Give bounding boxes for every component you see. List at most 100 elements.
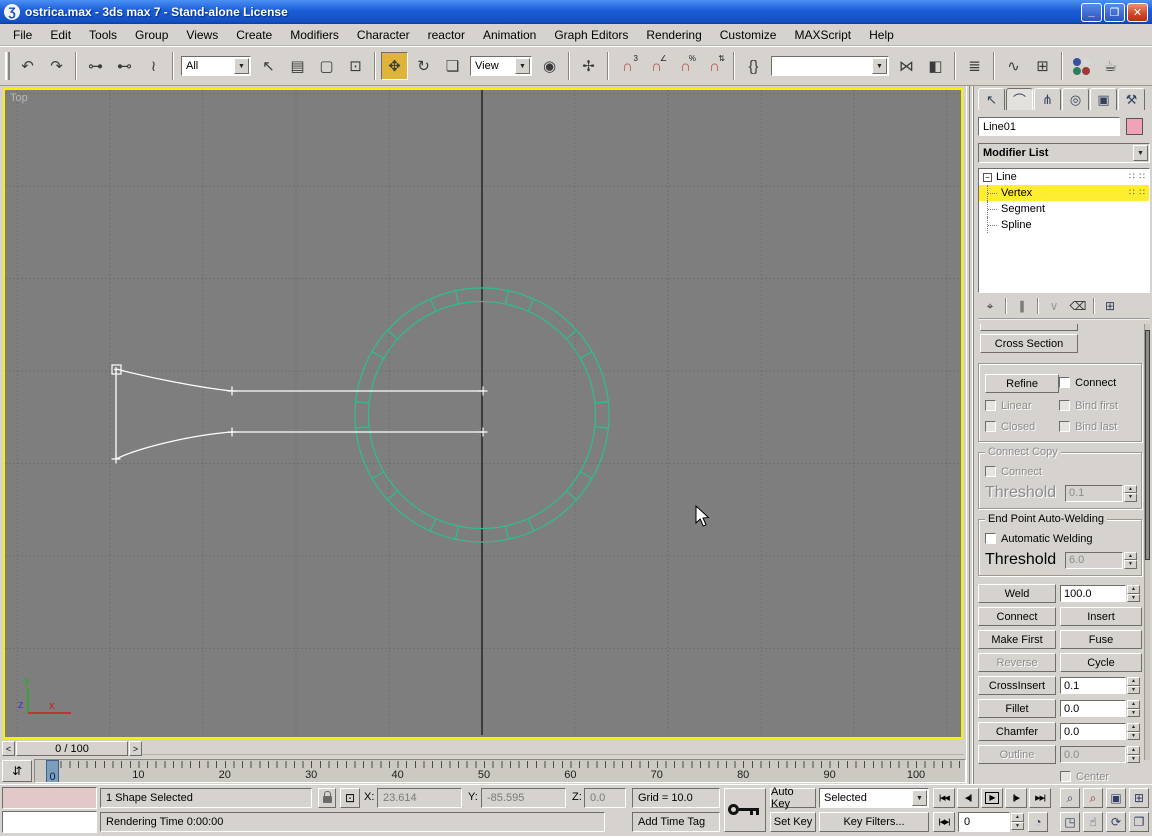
bind-to-space-warp-button[interactable]: ≀ <box>140 52 167 80</box>
menu-graph-editors[interactable]: Graph Editors <box>545 26 637 44</box>
outline-spinner[interactable]: ▲ ▼ <box>1127 746 1140 763</box>
maxscript-mini-listener-pink[interactable] <box>2 787 97 809</box>
named-selection-sets-button[interactable]: {} <box>740 52 767 80</box>
restore-button[interactable]: ❐ <box>1104 2 1125 22</box>
y-coordinate-field[interactable]: -85.595 <box>481 788 566 808</box>
current-frame-marker[interactable]: 0 <box>46 760 59 782</box>
select-and-scale-button[interactable]: ❏ <box>439 52 466 80</box>
render-setup-button[interactable]: ☕ <box>1097 52 1124 80</box>
chevron-down-icon[interactable]: ▼ <box>1133 145 1148 161</box>
fillet-spinner[interactable]: ▲ ▼ <box>1127 700 1140 717</box>
menu-group[interactable]: Group <box>126 26 177 44</box>
closed-checkbox[interactable] <box>985 421 996 432</box>
key-filters-button[interactable]: Key Filters... <box>819 812 929 832</box>
percent-snap-button[interactable]: ∩% <box>672 52 699 80</box>
maxscript-mini-listener-white[interactable] <box>2 811 97 833</box>
weld-threshold-field[interactable]: 6.0 <box>1065 551 1123 569</box>
key-mode-toggle-button[interactable]: |◀▶| <box>933 812 955 832</box>
chevron-down-icon[interactable]: ▼ <box>234 58 249 74</box>
menu-file[interactable]: File <box>4 26 41 44</box>
time-slider-handle[interactable]: 0 / 100 <box>16 741 128 756</box>
connect-button[interactable]: Connect <box>978 607 1056 626</box>
bind-first-checkbox[interactable] <box>1059 400 1071 411</box>
spinner-snap-button[interactable]: ∩ ⇅ <box>701 52 728 80</box>
bind-last-checkbox[interactable] <box>1059 421 1071 432</box>
cross-insert-button[interactable]: CrossInsert <box>978 676 1056 695</box>
cross-insert-spinner[interactable]: ▲ ▼ <box>1127 677 1140 694</box>
tab-hierarchy[interactable]: ⋔ <box>1034 88 1061 110</box>
absolute-offset-toggle[interactable]: ⊡ <box>340 788 360 808</box>
select-and-link-button[interactable]: ⊶ <box>82 52 109 80</box>
chevron-down-icon[interactable]: ▼ <box>912 790 927 806</box>
chevron-down-icon[interactable]: ▼ <box>872 58 887 74</box>
stack-item-segment[interactable]: Segment <box>979 201 1149 217</box>
tab-display[interactable]: ▣ <box>1090 88 1117 110</box>
menu-rendering[interactable]: Rendering <box>637 26 710 44</box>
refine-button[interactable]: Refine <box>985 374 1060 393</box>
undo-button[interactable]: ↶ <box>14 52 41 80</box>
angle-snap-button[interactable]: ∩ ∠ <box>643 52 670 80</box>
select-by-name-button[interactable]: ▤ <box>284 52 311 80</box>
rollout-scrollbar[interactable] <box>1144 324 1150 760</box>
select-and-rotate-button[interactable]: ↻ <box>410 52 437 80</box>
x-coordinate-field[interactable]: 23.614 <box>377 788 462 808</box>
menu-edit[interactable]: Edit <box>41 26 80 44</box>
menu-create[interactable]: Create <box>227 26 281 44</box>
weld-value-field[interactable]: 100.0 <box>1060 585 1126 602</box>
window-crossing-toggle-button[interactable]: ⊡ <box>342 52 369 80</box>
weld-threshold-spinner[interactable]: ▲ ▼ <box>1124 551 1137 569</box>
close-button[interactable]: ✕ <box>1127 2 1148 22</box>
outline-button[interactable]: Outline <box>978 745 1056 764</box>
zoom-extents-button[interactable]: ▣ <box>1106 788 1126 808</box>
cycle-button[interactable]: Cycle <box>1060 653 1142 672</box>
center-checkbox[interactable] <box>1060 771 1071 782</box>
menu-reactor[interactable]: reactor <box>419 26 474 44</box>
redo-button[interactable]: ↷ <box>43 52 70 80</box>
cross-section-button[interactable]: Cross Section <box>980 334 1078 353</box>
tab-motion[interactable]: ◎ <box>1062 88 1089 110</box>
connect-copy-threshold-field[interactable]: 0.1 <box>1065 484 1123 502</box>
weld-value-spinner[interactable]: ▲ ▼ <box>1127 585 1140 602</box>
region-zoom-button[interactable]: ◳ <box>1060 812 1080 832</box>
toolbar-handle[interactable] <box>5 52 10 80</box>
tab-create[interactable]: ↖ <box>978 88 1005 110</box>
menu-animation[interactable]: Animation <box>474 26 545 44</box>
outline-field[interactable]: 0.0 <box>1060 746 1126 763</box>
named-selection-dropdown[interactable]: ▼ <box>771 56 889 76</box>
make-first-button[interactable]: Make First <box>978 630 1056 649</box>
connect-checkbox[interactable] <box>1059 377 1071 388</box>
pin-stack-icon[interactable]: ⌖ <box>978 297 1002 316</box>
connect-copy-checkbox[interactable] <box>985 466 996 477</box>
frame-field-spinner[interactable]: ▲ ▼ <box>1011 813 1024 830</box>
current-frame-field[interactable]: 0 <box>958 812 1010 832</box>
object-name-field[interactable]: Line01 <box>978 117 1120 136</box>
material-editor-button[interactable] <box>1068 52 1095 80</box>
minimize-button[interactable]: _ <box>1081 2 1102 22</box>
stack-item-vertex[interactable]: Vertex ∷ ∷ <box>979 185 1149 201</box>
chamfer-button[interactable]: Chamfer <box>978 722 1056 741</box>
go-to-end-button[interactable]: ▶▶| <box>1029 788 1051 808</box>
insert-button[interactable]: Insert <box>1060 607 1142 626</box>
remove-modifier-icon[interactable]: ⌫ <box>1066 297 1090 316</box>
show-end-result-icon[interactable]: ∥ <box>1010 297 1034 316</box>
unlink-selection-button[interactable]: ⊷ <box>111 52 138 80</box>
time-configuration-button[interactable]: ◔ <box>1028 812 1048 832</box>
stack-item-line[interactable]: − Line ∷ ∷ <box>979 169 1149 185</box>
play-button[interactable]: ▶ <box>981 788 1003 808</box>
tab-utilities[interactable]: ⚒ <box>1118 88 1145 110</box>
reference-coordinate-dropdown[interactable]: View ▼ <box>470 56 532 76</box>
automatic-welding-checkbox[interactable] <box>985 533 996 544</box>
align-button[interactable]: ◧ <box>922 52 949 80</box>
zoom-extents-all-button[interactable]: ⊞ <box>1129 788 1149 808</box>
snaps-toggle-button[interactable]: ∩ 3 <box>614 52 641 80</box>
open-mini-curve-editor-button[interactable]: ⇵ <box>2 760 32 782</box>
menu-customize[interactable]: Customize <box>711 26 786 44</box>
modifier-list-dropdown[interactable]: Modifier List ▼ <box>978 143 1150 163</box>
set-keys-button[interactable] <box>724 788 766 832</box>
zoom-button[interactable]: ⌕ <box>1060 788 1080 808</box>
tab-modify[interactable]: ⌒ <box>1006 88 1033 110</box>
arc-rotate-button[interactable]: ⟳ <box>1106 812 1126 832</box>
time-slider-prev-button[interactable]: < <box>2 741 15 756</box>
next-frame-button[interactable]: ||▶ <box>1005 788 1027 808</box>
auto-key-button[interactable]: Auto Key <box>770 786 816 810</box>
